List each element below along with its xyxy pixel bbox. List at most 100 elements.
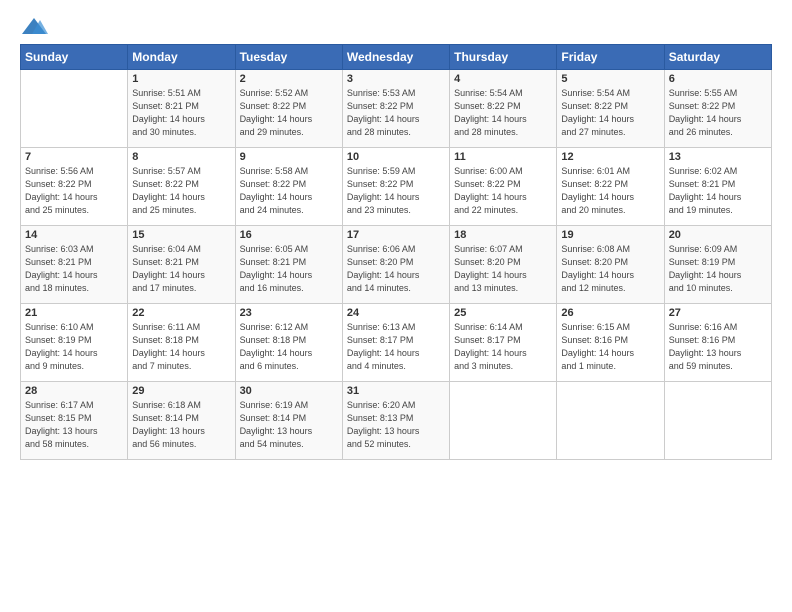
day-content: Sunrise: 6:05 AM Sunset: 8:21 PM Dayligh… bbox=[240, 243, 338, 295]
day-content: Sunrise: 6:17 AM Sunset: 8:15 PM Dayligh… bbox=[25, 399, 123, 451]
day-number: 23 bbox=[240, 307, 338, 319]
calendar-cell bbox=[450, 382, 557, 460]
calendar-table: SundayMondayTuesdayWednesdayThursdayFrid… bbox=[20, 44, 772, 460]
calendar-day-header: Monday bbox=[128, 45, 235, 70]
calendar-day-header: Friday bbox=[557, 45, 664, 70]
calendar-day-header: Thursday bbox=[450, 45, 557, 70]
calendar-cell bbox=[557, 382, 664, 460]
calendar-week-row: 1Sunrise: 5:51 AM Sunset: 8:21 PM Daylig… bbox=[21, 70, 772, 148]
day-number: 14 bbox=[25, 229, 123, 241]
day-number: 8 bbox=[132, 151, 230, 163]
calendar-week-row: 28 Sunrise: 6:17 AM Sunset: 8:15 PM Dayli… bbox=[21, 382, 772, 460]
calendar-cell: 22Sunrise: 6:11 AM Sunset: 8:18 PM Dayli… bbox=[128, 304, 235, 382]
day-content: Sunrise: 5:53 AM Sunset: 8:22 PM Dayligh… bbox=[347, 87, 445, 139]
calendar-cell: 5 Sunrise: 5:54 AM Sunset: 8:22 PM Daylig… bbox=[557, 70, 664, 148]
calendar-cell bbox=[664, 382, 771, 460]
day-content: Sunrise: 5:59 AM Sunset: 8:22 PM Dayligh… bbox=[347, 165, 445, 217]
day-number: 29 bbox=[132, 385, 230, 397]
day-number: 25 bbox=[454, 307, 552, 319]
calendar-cell: 4 Sunrise: 5:54 AM Sunset: 8:22 PM Daylig… bbox=[450, 70, 557, 148]
day-content: Sunrise: 6:20 AM Sunset: 8:13 PM Dayligh… bbox=[347, 399, 445, 451]
calendar-cell: 26 Sunrise: 6:15 AM Sunset: 8:16 PM Dayli… bbox=[557, 304, 664, 382]
day-number: 13 bbox=[669, 151, 767, 163]
day-content: Sunrise: 5:55 AM Sunset: 8:22 PM Dayligh… bbox=[669, 87, 767, 139]
day-content: Sunrise: 6:03 AM Sunset: 8:21 PM Dayligh… bbox=[25, 243, 123, 295]
day-number: 27 bbox=[669, 307, 767, 319]
day-number: 7 bbox=[25, 151, 123, 163]
day-content: Sunrise: 6:18 AM Sunset: 8:14 PM Dayligh… bbox=[132, 399, 230, 451]
page: SundayMondayTuesdayWednesdayThursdayFrid… bbox=[0, 0, 792, 470]
day-content: Sunrise: 5:52 AM Sunset: 8:22 PM Dayligh… bbox=[240, 87, 338, 139]
calendar-cell: 1Sunrise: 5:51 AM Sunset: 8:21 PM Daylig… bbox=[128, 70, 235, 148]
calendar-week-row: 14 Sunrise: 6:03 AM Sunset: 8:21 PM Dayli… bbox=[21, 226, 772, 304]
calendar-cell: 11Sunrise: 6:00 AM Sunset: 8:22 PM Dayli… bbox=[450, 148, 557, 226]
day-number: 21 bbox=[25, 307, 123, 319]
logo bbox=[20, 16, 52, 38]
day-content: Sunrise: 6:12 AM Sunset: 8:18 PM Dayligh… bbox=[240, 321, 338, 373]
calendar-cell bbox=[21, 70, 128, 148]
day-content: Sunrise: 6:13 AM Sunset: 8:17 PM Dayligh… bbox=[347, 321, 445, 373]
day-number: 4 bbox=[454, 73, 552, 85]
calendar-day-header: Saturday bbox=[664, 45, 771, 70]
day-number: 12 bbox=[561, 151, 659, 163]
header bbox=[20, 16, 772, 38]
calendar-cell: 27 Sunrise: 6:16 AM Sunset: 8:16 PM Dayli… bbox=[664, 304, 771, 382]
calendar-cell: 21 Sunrise: 6:10 AM Sunset: 8:19 PM Dayli… bbox=[21, 304, 128, 382]
day-content: Sunrise: 6:00 AM Sunset: 8:22 PM Dayligh… bbox=[454, 165, 552, 217]
day-content: Sunrise: 6:09 AM Sunset: 8:19 PM Dayligh… bbox=[669, 243, 767, 295]
calendar-week-row: 7 Sunrise: 5:56 AM Sunset: 8:22 PM Daylig… bbox=[21, 148, 772, 226]
day-content: Sunrise: 5:57 AM Sunset: 8:22 PM Dayligh… bbox=[132, 165, 230, 217]
calendar-cell: 6 Sunrise: 5:55 AM Sunset: 8:22 PM Daylig… bbox=[664, 70, 771, 148]
day-number: 30 bbox=[240, 385, 338, 397]
day-content: Sunrise: 6:07 AM Sunset: 8:20 PM Dayligh… bbox=[454, 243, 552, 295]
day-number: 15 bbox=[132, 229, 230, 241]
calendar-week-row: 21 Sunrise: 6:10 AM Sunset: 8:19 PM Dayli… bbox=[21, 304, 772, 382]
day-content: Sunrise: 5:56 AM Sunset: 8:22 PM Dayligh… bbox=[25, 165, 123, 217]
day-number: 24 bbox=[347, 307, 445, 319]
day-number: 6 bbox=[669, 73, 767, 85]
day-number: 10 bbox=[347, 151, 445, 163]
day-content: Sunrise: 6:08 AM Sunset: 8:20 PM Dayligh… bbox=[561, 243, 659, 295]
day-content: Sunrise: 5:54 AM Sunset: 8:22 PM Dayligh… bbox=[561, 87, 659, 139]
calendar-cell: 19 Sunrise: 6:08 AM Sunset: 8:20 PM Dayli… bbox=[557, 226, 664, 304]
calendar-cell: 2 Sunrise: 5:52 AM Sunset: 8:22 PM Daylig… bbox=[235, 70, 342, 148]
calendar-cell: 3 Sunrise: 5:53 AM Sunset: 8:22 PM Daylig… bbox=[342, 70, 449, 148]
calendar-cell: 12 Sunrise: 6:01 AM Sunset: 8:22 PM Dayli… bbox=[557, 148, 664, 226]
day-number: 1 bbox=[132, 73, 230, 85]
day-number: 22 bbox=[132, 307, 230, 319]
calendar-cell: 7 Sunrise: 5:56 AM Sunset: 8:22 PM Daylig… bbox=[21, 148, 128, 226]
day-content: Sunrise: 6:02 AM Sunset: 8:21 PM Dayligh… bbox=[669, 165, 767, 217]
day-number: 19 bbox=[561, 229, 659, 241]
day-number: 3 bbox=[347, 73, 445, 85]
day-content: Sunrise: 6:14 AM Sunset: 8:17 PM Dayligh… bbox=[454, 321, 552, 373]
day-number: 16 bbox=[240, 229, 338, 241]
day-number: 28 bbox=[25, 385, 123, 397]
day-number: 20 bbox=[669, 229, 767, 241]
day-number: 2 bbox=[240, 73, 338, 85]
calendar-cell: 20 Sunrise: 6:09 AM Sunset: 8:19 PM Dayli… bbox=[664, 226, 771, 304]
day-content: Sunrise: 6:01 AM Sunset: 8:22 PM Dayligh… bbox=[561, 165, 659, 217]
day-number: 5 bbox=[561, 73, 659, 85]
day-content: Sunrise: 6:19 AM Sunset: 8:14 PM Dayligh… bbox=[240, 399, 338, 451]
day-number: 17 bbox=[347, 229, 445, 241]
calendar-day-header: Sunday bbox=[21, 45, 128, 70]
day-content: Sunrise: 5:54 AM Sunset: 8:22 PM Dayligh… bbox=[454, 87, 552, 139]
calendar-cell: 8 Sunrise: 5:57 AM Sunset: 8:22 PM Daylig… bbox=[128, 148, 235, 226]
calendar-cell: 15Sunrise: 6:04 AM Sunset: 8:21 PM Dayli… bbox=[128, 226, 235, 304]
day-number: 9 bbox=[240, 151, 338, 163]
day-number: 26 bbox=[561, 307, 659, 319]
calendar-cell: 31 Sunrise: 6:20 AM Sunset: 8:13 PM Dayli… bbox=[342, 382, 449, 460]
calendar-cell: 10 Sunrise: 5:59 AM Sunset: 8:22 PM Dayli… bbox=[342, 148, 449, 226]
calendar-day-header: Tuesday bbox=[235, 45, 342, 70]
calendar-cell: 25 Sunrise: 6:14 AM Sunset: 8:17 PM Dayli… bbox=[450, 304, 557, 382]
day-content: Sunrise: 6:15 AM Sunset: 8:16 PM Dayligh… bbox=[561, 321, 659, 373]
day-content: Sunrise: 6:16 AM Sunset: 8:16 PM Dayligh… bbox=[669, 321, 767, 373]
calendar-header-row: SundayMondayTuesdayWednesdayThursdayFrid… bbox=[21, 45, 772, 70]
day-number: 18 bbox=[454, 229, 552, 241]
calendar-cell: 23 Sunrise: 6:12 AM Sunset: 8:18 PM Dayli… bbox=[235, 304, 342, 382]
calendar-cell: 13 Sunrise: 6:02 AM Sunset: 8:21 PM Dayli… bbox=[664, 148, 771, 226]
calendar-cell: 18 Sunrise: 6:07 AM Sunset: 8:20 PM Dayli… bbox=[450, 226, 557, 304]
day-number: 31 bbox=[347, 385, 445, 397]
day-content: Sunrise: 5:58 AM Sunset: 8:22 PM Dayligh… bbox=[240, 165, 338, 217]
day-content: Sunrise: 6:10 AM Sunset: 8:19 PM Dayligh… bbox=[25, 321, 123, 373]
